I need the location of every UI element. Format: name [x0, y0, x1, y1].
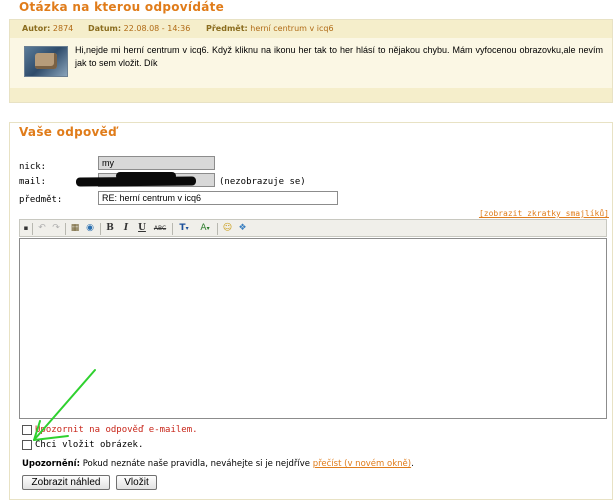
question-text: Hi,nejde mi herní centrum v icq6. Když k…: [75, 45, 603, 68]
rules-link[interactable]: přečíst (v novém okně): [313, 459, 411, 469]
image-checkbox[interactable]: [22, 440, 32, 450]
date-info: Datum: 22.08.08 - 14:36: [88, 24, 191, 33]
subject-value: herní centrum v icq6: [250, 24, 334, 33]
toolbar-handle-icon: ▪: [23, 224, 29, 232]
question-meta: Autor: 2874 Datum: 22.08.08 - 14:36 Před…: [10, 20, 612, 38]
smiley-icon[interactable]: ☺: [221, 222, 234, 235]
date-value: 22.08.08 - 14:36: [123, 24, 191, 33]
warning-strong: Upozornění:: [22, 459, 80, 469]
preview-button[interactable]: Zobrazit náhled: [22, 475, 110, 490]
undo-icon[interactable]: ↶: [36, 222, 48, 235]
editor-toolbar: ▪ ↶ ↷ ▦ ◉ B I U ABC T▾ A▾ ☺ ❖: [19, 219, 607, 237]
nick-label: nick:: [19, 162, 47, 172]
image-label: Chci vložit obrázek.: [35, 440, 144, 450]
italic-button[interactable]: I: [120, 222, 132, 235]
subject-input[interactable]: RE: herní centrum v icq6: [98, 191, 338, 205]
strikethrough-button[interactable]: ABC: [151, 222, 169, 235]
paste-icon[interactable]: ▦: [69, 222, 81, 235]
text-color-icon[interactable]: A▾: [196, 222, 214, 235]
question-panel: Autor: 2874 Datum: 22.08.08 - 14:36 Před…: [9, 19, 613, 103]
nick-input[interactable]: my: [98, 156, 215, 170]
redaction-mark: [116, 172, 176, 180]
insert-image-icon[interactable]: ❖: [236, 222, 249, 235]
font-size-icon[interactable]: T▾: [176, 222, 192, 235]
smiley-shortcuts-link[interactable]: [zobrazit zkratky smajlíků]: [479, 209, 609, 218]
mail-label: mail:: [19, 177, 47, 187]
author-id: 2874: [52, 24, 74, 33]
redo-icon[interactable]: ↷: [50, 222, 62, 235]
author-info: Autor: 2874: [22, 24, 74, 33]
spellcheck-icon[interactable]: ◉: [84, 222, 96, 235]
question-body: Hi,nejde mi herní centrum v icq6. Když k…: [10, 38, 612, 88]
mail-note: (nezobrazuje se): [219, 177, 306, 187]
rules-warning: Upozornění: Pokud neznáte naše pravidla,…: [22, 459, 414, 469]
question-title: Otázka na kterou odpovídáte: [19, 0, 225, 14]
warning-text: Pokud neznáte naše pravidla, neváhejte s…: [80, 459, 313, 469]
subject-info: Předmět: herní centrum v icq6: [206, 24, 334, 33]
answer-title: Vaše odpověď: [19, 125, 118, 139]
message-editor[interactable]: [19, 238, 607, 419]
question-image-thumbnail[interactable]: [24, 46, 68, 77]
question-footer: [10, 88, 612, 102]
subject-label: předmět:: [19, 195, 63, 205]
notify-label: Upozornit na odpověď e-mailem.: [35, 425, 198, 435]
underline-button[interactable]: U: [136, 222, 148, 235]
submit-button[interactable]: Vložit: [116, 475, 157, 490]
notify-checkbox[interactable]: [22, 425, 32, 435]
bold-button[interactable]: B: [104, 222, 116, 235]
